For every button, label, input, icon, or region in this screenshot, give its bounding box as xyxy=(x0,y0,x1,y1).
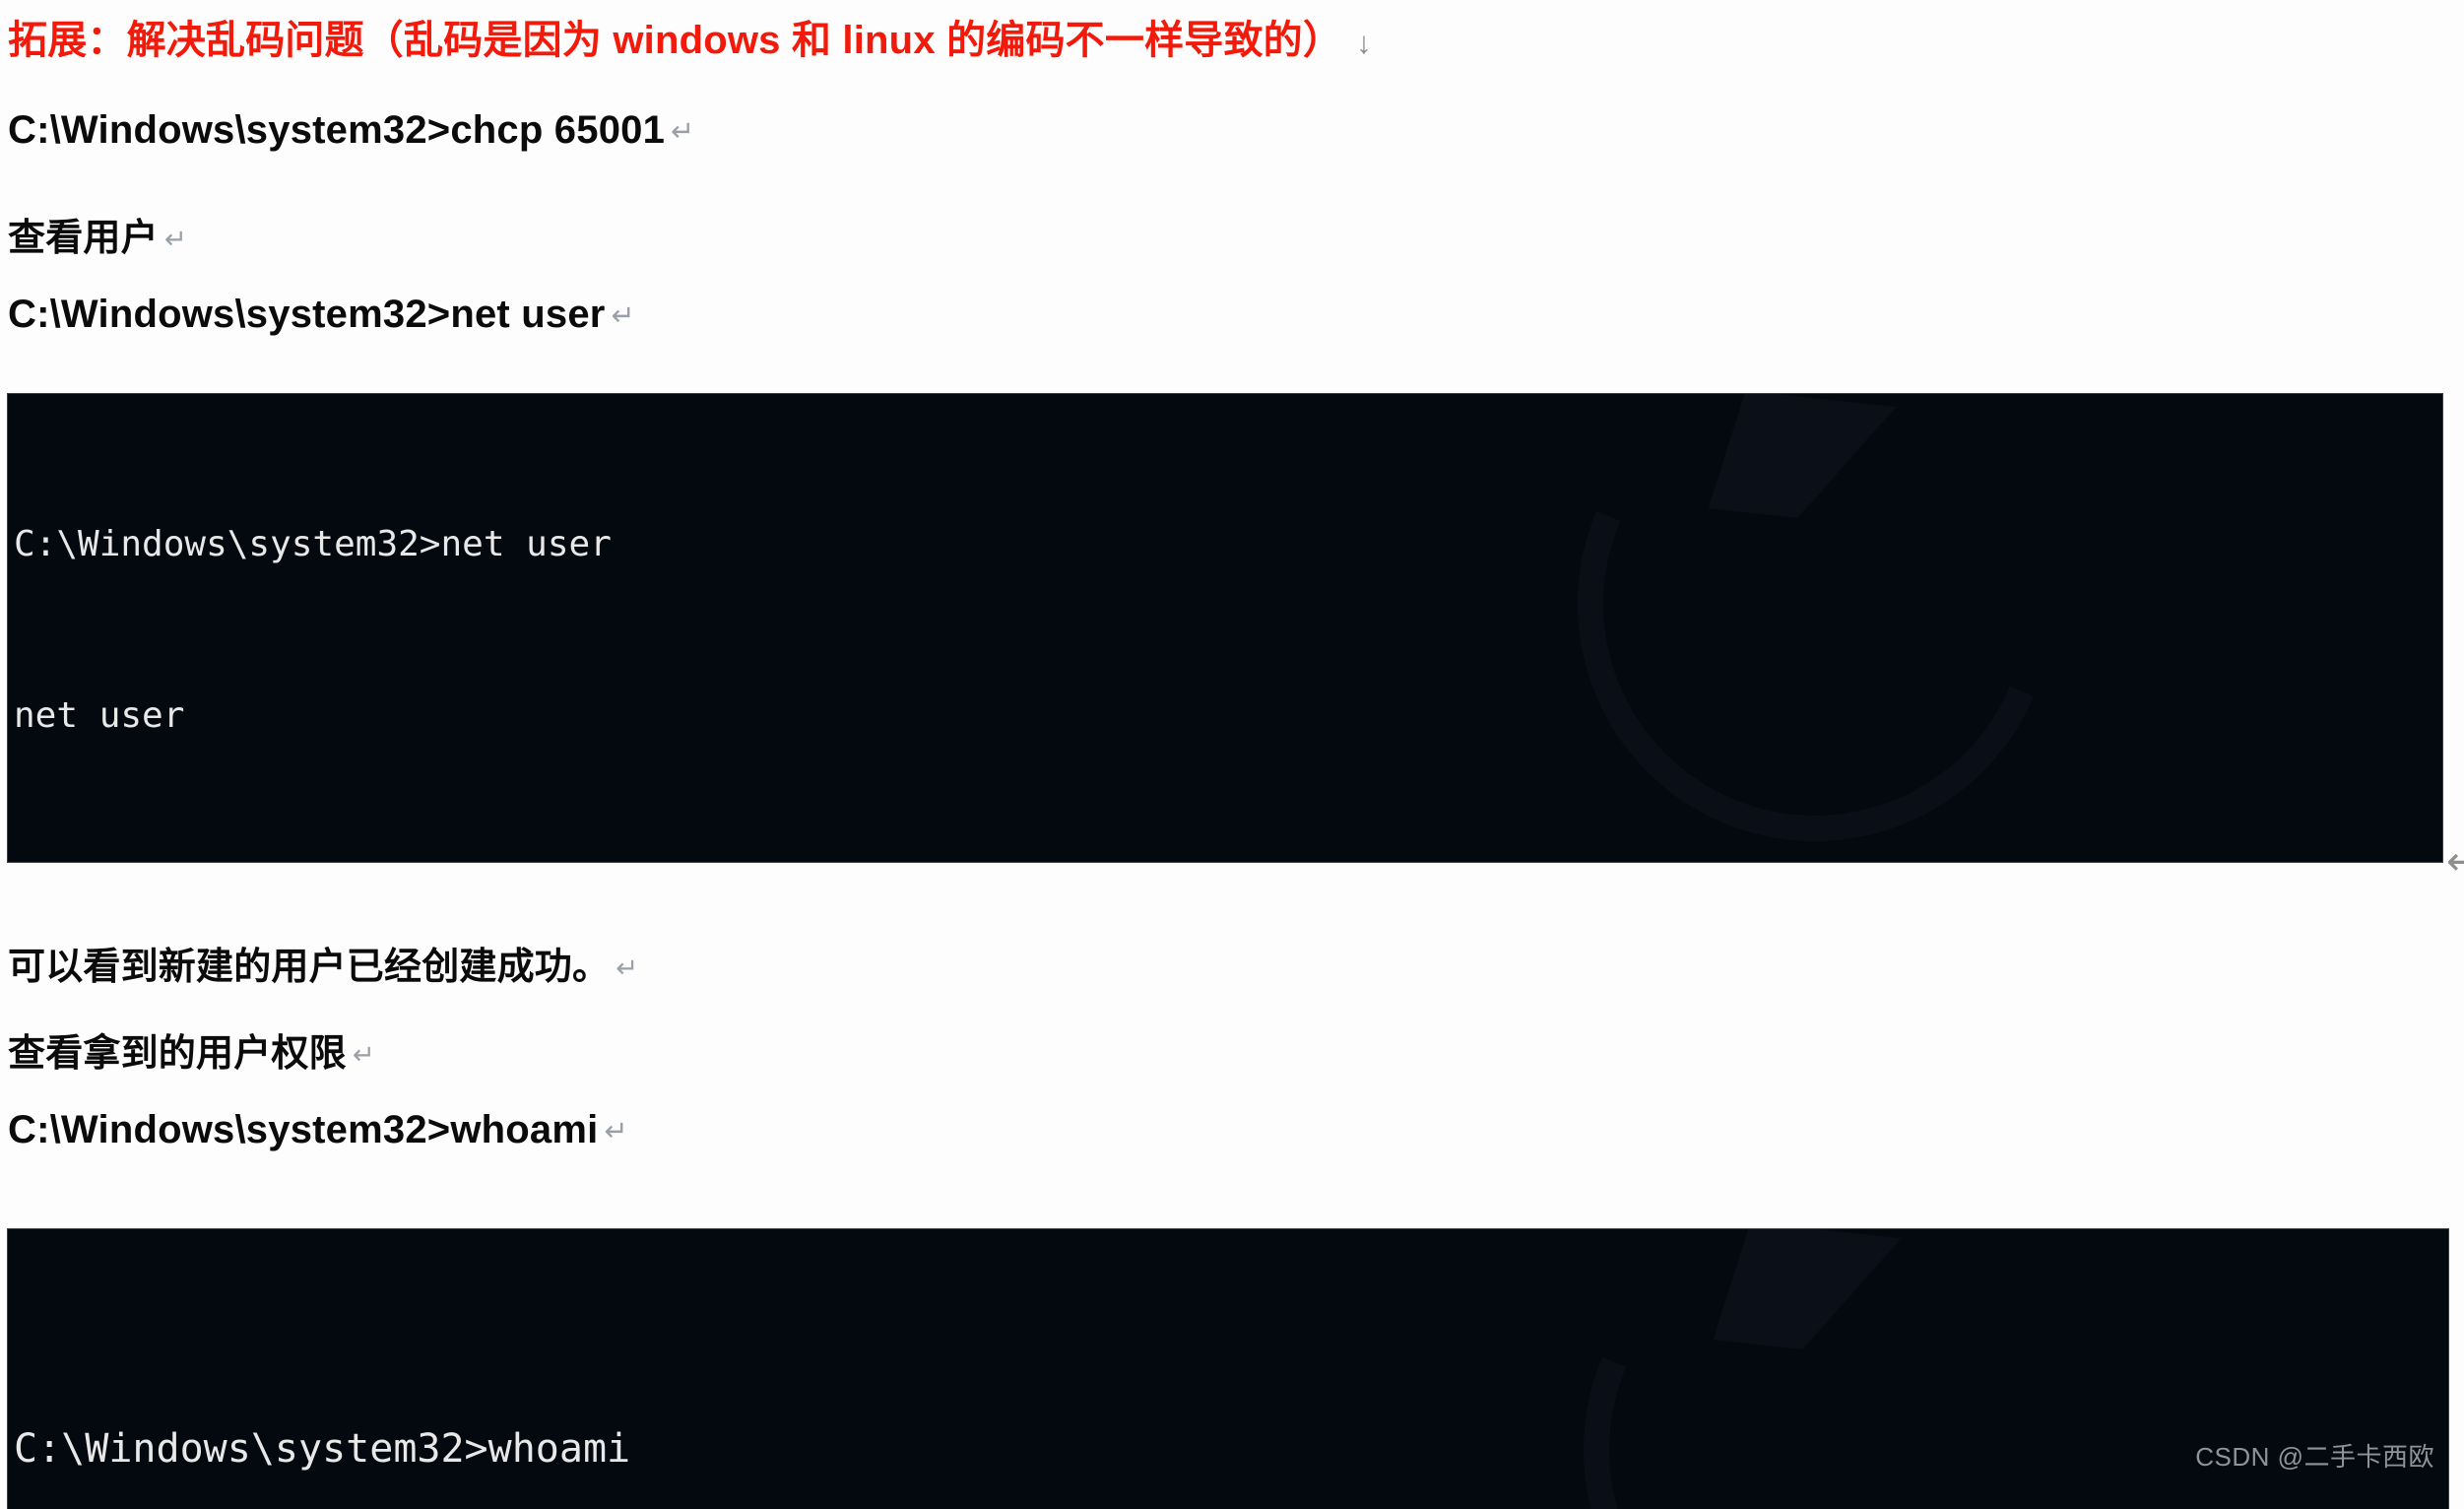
doc-line-net-user-text: C:\Windows\system32>net user xyxy=(8,293,606,336)
doc-line-chcp-text: C:\Windows\system32>chcp 65001 xyxy=(8,108,666,152)
doc-line-whoami-text: C:\Windows\system32>whoami xyxy=(8,1108,599,1151)
doc-line-created-ok-text: 可以看到新建的用户已经创建成功。 xyxy=(8,947,611,988)
doc-line-view-privilege-text: 查看拿到的用户权限 xyxy=(8,1033,347,1075)
return-mark-icon: ↵ xyxy=(616,952,639,983)
return-arrow-icon: ← xyxy=(2446,839,2464,885)
doc-line-chcp: C:\Windows\system32>chcp 65001 ↵ xyxy=(8,108,694,153)
doc-line-view-privilege: 查看拿到的用户权限 ↵ xyxy=(8,1022,375,1077)
doc-line-net-user: C:\Windows\system32>net user ↵ xyxy=(8,293,635,337)
return-mark-icon: ↵ xyxy=(352,1039,375,1070)
doc-line-view-user-text: 查看用户 xyxy=(8,218,159,259)
terminal-net-user[interactable]: C:\Windows\system32>net user net user Us… xyxy=(8,394,2442,862)
down-arrow-icon: ↓ xyxy=(1356,26,1372,60)
return-mark-icon: ↵ xyxy=(163,224,187,254)
terminal-net-user-body: C:\Windows\system32>net user net user Us… xyxy=(8,394,2442,862)
return-mark-icon: ↵ xyxy=(671,116,695,148)
doc-line-created-ok: 可以看到新建的用户已经创建成功。 ↵ xyxy=(8,936,638,990)
page-title-text: 拓展：解决乱码问题（乱码是因为 windows 和 linux 的编码不一样导致… xyxy=(8,19,1343,62)
return-mark-icon: ↵ xyxy=(604,1116,628,1148)
page-title: 拓展：解决乱码问题（乱码是因为 windows 和 linux 的编码不一样导致… xyxy=(8,8,1372,65)
terminal-whoami-body: C:\Windows\system32>whoami whoami nt aut… xyxy=(8,1229,2448,1509)
terminal-line: net user xyxy=(14,695,185,736)
return-mark-icon: ↵ xyxy=(611,300,635,332)
terminal-line: C:\Windows\system32>net user xyxy=(14,524,612,564)
terminal-line: C:\Windows\system32>whoami xyxy=(14,1426,631,1472)
csdn-watermark: CSDN @二手卡西欧 xyxy=(2195,1442,2434,1472)
doc-line-whoami: C:\Windows\system32>whoami ↵ xyxy=(8,1108,628,1152)
doc-line-view-user: 查看用户 ↵ xyxy=(8,207,187,261)
terminal-whoami[interactable]: C:\Windows\system32>whoami whoami nt aut… xyxy=(8,1229,2448,1509)
